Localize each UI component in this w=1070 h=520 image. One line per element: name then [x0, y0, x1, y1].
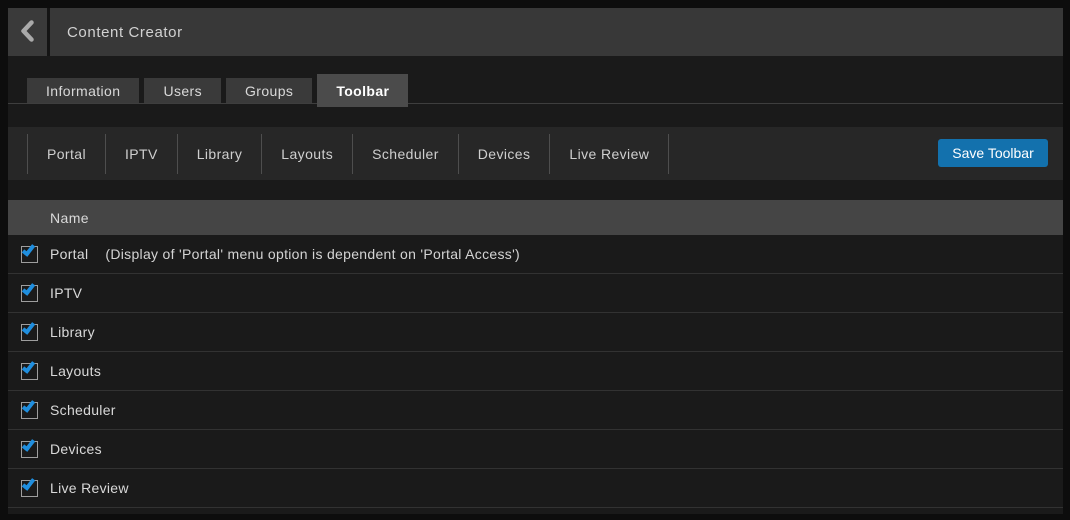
menu-divider [668, 134, 669, 174]
menu-item-layouts[interactable]: Layouts [261, 134, 352, 174]
chevron-left-icon [20, 20, 35, 45]
row-label: Live Review [50, 480, 129, 496]
check-icon [22, 242, 36, 257]
menu-item-portal[interactable]: Portal [27, 134, 105, 174]
check-icon [22, 320, 36, 335]
row-label: Devices [50, 441, 102, 457]
row-note: (Display of 'Portal' menu option is depe… [105, 246, 520, 262]
tab-users[interactable]: Users [144, 78, 221, 103]
menu-item-scheduler[interactable]: Scheduler [352, 134, 458, 174]
row-label: Scheduler [50, 402, 116, 418]
menu-item-live-review[interactable]: Live Review [549, 134, 668, 174]
menu-item-library[interactable]: Library [177, 134, 262, 174]
table-row: Live Review [8, 469, 1063, 508]
menu-toolbar: PortalIPTVLibraryLayoutsSchedulerDevices… [8, 127, 1063, 180]
row-label: Portal [50, 246, 88, 262]
tab-groups[interactable]: Groups [226, 78, 312, 103]
check-icon [22, 476, 36, 491]
row-checkbox[interactable] [21, 246, 38, 263]
table-row: Layouts [8, 352, 1063, 391]
name-column-header: Name [50, 210, 89, 226]
header-bar: Content Creator [8, 8, 1063, 56]
row-checkbox[interactable] [21, 363, 38, 380]
row-checkbox[interactable] [21, 402, 38, 419]
tab-toolbar[interactable]: Toolbar [317, 74, 408, 107]
menu-items: PortalIPTVLibraryLayoutsSchedulerDevices… [27, 127, 669, 180]
row-checkbox[interactable] [21, 480, 38, 497]
table-row: IPTV [8, 274, 1063, 313]
row-checkbox[interactable] [21, 285, 38, 302]
save-toolbar-button[interactable]: Save Toolbar [938, 139, 1048, 167]
app-window: Content Creator InformationUsersGroupsTo… [8, 8, 1063, 514]
menu-item-devices[interactable]: Devices [458, 134, 550, 174]
table-row: Devices [8, 430, 1063, 469]
check-icon [22, 359, 36, 374]
check-icon [22, 437, 36, 452]
table-row: Portal (Display of 'Portal' menu option i… [8, 235, 1063, 274]
row-checkbox[interactable] [21, 441, 38, 458]
tab-information[interactable]: Information [27, 78, 139, 103]
table-row: Scheduler [8, 391, 1063, 430]
row-checkbox[interactable] [21, 324, 38, 341]
tab-bar: InformationUsersGroupsToolbar [27, 74, 413, 107]
row-label: Library [50, 324, 95, 340]
table-header: Name [8, 200, 1063, 235]
page-title: Content Creator [50, 8, 183, 56]
toolbar-options-list: Portal (Display of 'Portal' menu option i… [8, 235, 1063, 508]
check-icon [22, 398, 36, 413]
menu-item-iptv[interactable]: IPTV [105, 134, 177, 174]
table-row: Library [8, 313, 1063, 352]
row-label: Layouts [50, 363, 101, 379]
back-button[interactable] [8, 8, 50, 56]
row-label: IPTV [50, 285, 82, 301]
check-icon [22, 281, 36, 296]
